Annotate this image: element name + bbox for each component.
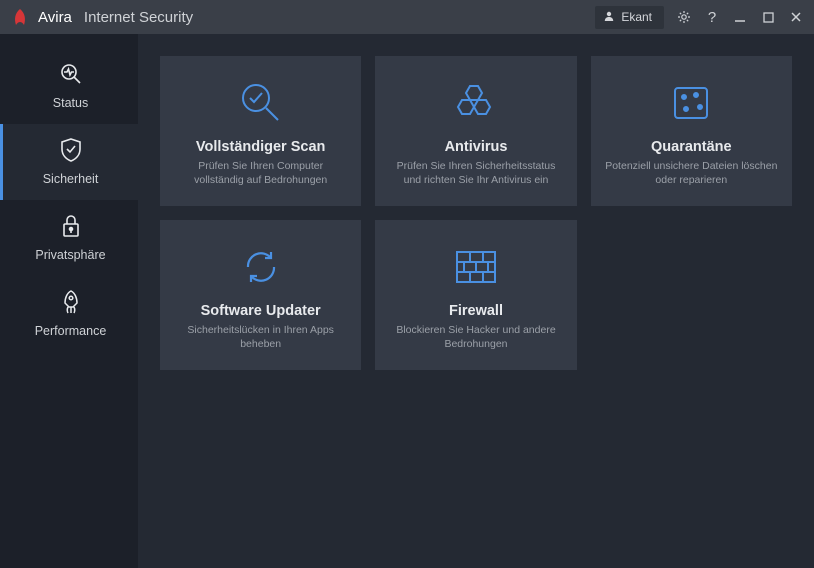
brand-name: Avira bbox=[38, 9, 72, 26]
titlebar: Avira Internet Security Ekant ? bbox=[0, 0, 814, 34]
lock-icon bbox=[57, 212, 85, 240]
tile-title: Firewall bbox=[449, 303, 503, 319]
user-label: Ekant bbox=[621, 10, 652, 24]
help-icon[interactable]: ? bbox=[704, 9, 720, 26]
tile-desc: Blockieren Sie Hacker und andere Bedrohu… bbox=[389, 323, 562, 351]
sidebar-item-label: Status bbox=[53, 96, 88, 110]
status-icon bbox=[57, 60, 85, 88]
user-icon bbox=[603, 10, 615, 25]
titlebar-controls: Ekant ? bbox=[595, 6, 804, 29]
tile-title: Antivirus bbox=[445, 139, 508, 155]
sidebar-item-privatsphaere[interactable]: Privatsphäre bbox=[0, 200, 138, 276]
tile-desc: Sicherheitslücken in Ihren Apps beheben bbox=[174, 323, 347, 351]
main-panel: Vollständiger Scan Prüfen Sie Ihren Comp… bbox=[138, 34, 814, 568]
updater-icon bbox=[238, 239, 284, 295]
rocket-icon bbox=[57, 288, 85, 316]
product-name: Internet Security bbox=[84, 9, 193, 26]
sidebar-item-status[interactable]: Status bbox=[0, 48, 138, 124]
shield-icon bbox=[57, 136, 85, 164]
brand-section: Avira Internet Security bbox=[10, 7, 193, 27]
maximize-icon[interactable] bbox=[760, 12, 776, 23]
tile-title: Quarantäne bbox=[651, 139, 732, 155]
tile-full-scan[interactable]: Vollständiger Scan Prüfen Sie Ihren Comp… bbox=[160, 56, 361, 206]
tile-title: Vollständiger Scan bbox=[196, 139, 325, 155]
tile-firewall[interactable]: Firewall Blockieren Sie Hacker und ander… bbox=[375, 220, 576, 370]
tile-grid: Vollständiger Scan Prüfen Sie Ihren Comp… bbox=[160, 56, 792, 370]
avira-logo-icon bbox=[10, 7, 30, 27]
sidebar-item-performance[interactable]: Performance bbox=[0, 276, 138, 352]
minimize-icon[interactable] bbox=[732, 11, 748, 23]
tile-antivirus[interactable]: Antivirus Prüfen Sie Ihren Sicherheitsst… bbox=[375, 56, 576, 206]
tile-desc: Potenziell unsichere Dateien löschen ode… bbox=[605, 159, 778, 187]
tile-title: Software Updater bbox=[201, 303, 321, 319]
sidebar-item-sicherheit[interactable]: Sicherheit bbox=[0, 124, 138, 200]
user-button[interactable]: Ekant bbox=[595, 6, 664, 29]
close-icon[interactable] bbox=[788, 11, 804, 23]
scan-icon bbox=[236, 75, 286, 131]
sidebar-item-label: Privatsphäre bbox=[35, 248, 105, 262]
settings-icon[interactable] bbox=[676, 9, 692, 25]
tile-software-updater[interactable]: Software Updater Sicherheitslücken in Ih… bbox=[160, 220, 361, 370]
firewall-icon bbox=[452, 239, 500, 295]
sidebar-item-label: Sicherheit bbox=[43, 172, 99, 186]
sidebar-item-label: Performance bbox=[35, 324, 107, 338]
quarantine-icon bbox=[666, 75, 716, 131]
tile-quarantine[interactable]: Quarantäne Potenziell unsichere Dateien … bbox=[591, 56, 792, 206]
antivirus-icon bbox=[451, 75, 501, 131]
tile-desc: Prüfen Sie Ihren Sicherheitsstatus und r… bbox=[389, 159, 562, 187]
sidebar: Status Sicherheit Privatsphäre bbox=[0, 34, 138, 568]
tile-desc: Prüfen Sie Ihren Computer vollständig au… bbox=[174, 159, 347, 187]
